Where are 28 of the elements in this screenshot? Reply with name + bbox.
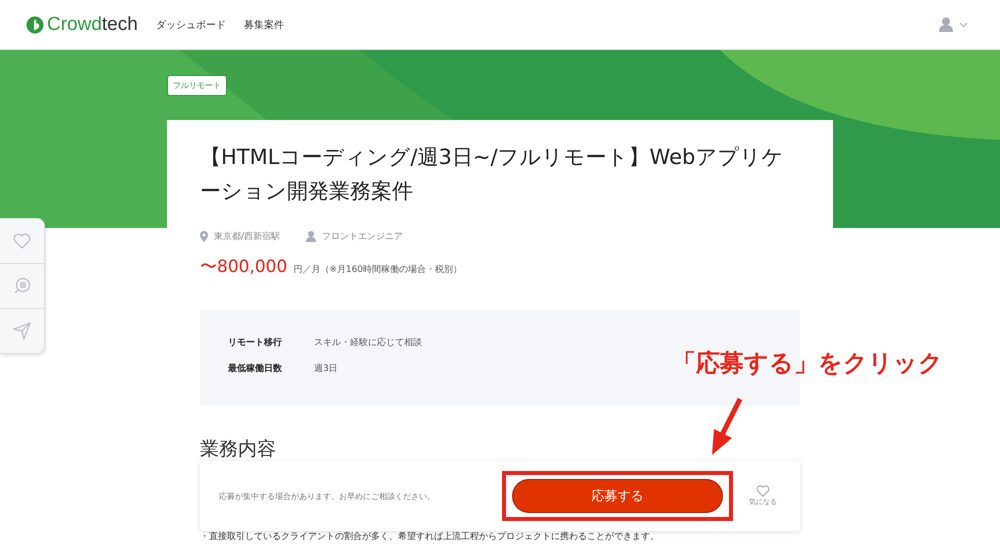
user-icon[interactable]: [939, 17, 953, 32]
role-text: フロントエンジニア: [322, 231, 404, 243]
apply-note: 応募が集中する場合があります。お早めにご相談ください。: [219, 490, 436, 502]
condition-label: リモート移行: [228, 336, 283, 349]
apply-button[interactable]: 応募する: [512, 479, 723, 513]
price-value: 〜800,000: [200, 256, 288, 278]
location-text: 東京都/西新宿駅: [214, 230, 280, 243]
chat-icon[interactable]: [13, 277, 31, 295]
logo-text[interactable]: Crowdtech: [47, 14, 138, 36]
condition-value: 週3日: [314, 362, 338, 375]
heart-icon: [756, 485, 770, 497]
condition-value: スキル・経験に応じて相談: [314, 336, 422, 349]
job-title: 【HTMLコーディング/週3日~/フルリモート】Webアプリケーション開発業務案件: [200, 144, 784, 205]
section-heading: 業務内容: [200, 438, 277, 460]
price-note: 円／月（※月160時間稼働の場合・税別）: [293, 264, 462, 276]
remote-tag: フルリモート: [167, 75, 227, 96]
nav-link[interactable]: 募集案件: [244, 18, 284, 32]
chevron-down-icon[interactable]: [959, 22, 968, 28]
send-icon[interactable]: [13, 322, 31, 340]
condition-label: 最低稼働日数: [228, 362, 283, 375]
heart-icon[interactable]: [13, 233, 31, 249]
bullet-text: ・直接取引しているクライアントの割合が多く、希望すれば上流工程からプロジェクトに携わることができます。: [200, 530, 660, 543]
logo-icon: [26, 16, 44, 34]
nav-link[interactable]: ダッシュボード: [156, 18, 226, 32]
person-icon: [306, 231, 316, 242]
annotation-text: 「応募する」をクリック: [672, 348, 943, 379]
location-pin-icon: [200, 231, 208, 242]
annotation-arrow: [710, 397, 744, 457]
